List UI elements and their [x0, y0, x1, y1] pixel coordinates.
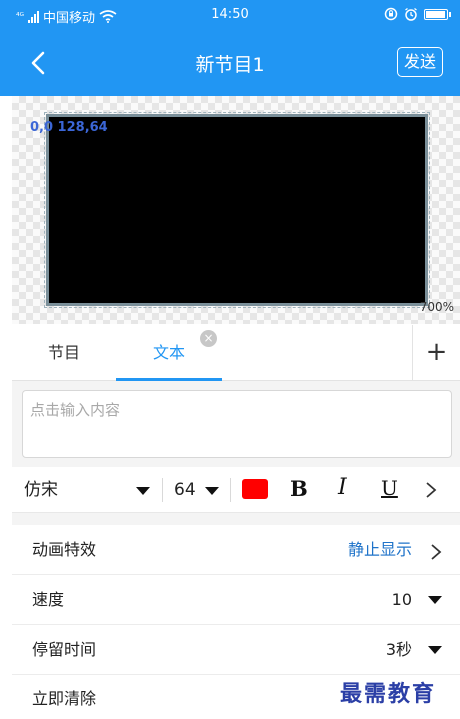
status-right — [384, 7, 451, 21]
speed-value: 10 — [391, 590, 412, 609]
section-gap — [12, 513, 460, 525]
format-toolbar: 仿宋 64 B I U — [12, 467, 460, 513]
watermark-logo: 最需教育 — [340, 681, 437, 707]
alarm-lock-icon — [384, 7, 398, 21]
font-select[interactable]: 仿宋 — [24, 467, 58, 513]
dwell-label: 停留时间 — [32, 640, 97, 659]
add-tab-button[interactable]: + — [412, 325, 460, 381]
size-dropdown-icon[interactable] — [205, 487, 219, 495]
italic-button[interactable]: I — [338, 475, 347, 500]
underline-button[interactable]: U — [381, 476, 398, 500]
font-size-select[interactable]: 64 — [174, 467, 196, 513]
battery-icon — [424, 8, 451, 20]
font-dropdown-icon[interactable] — [136, 487, 150, 495]
speed-label: 速度 — [32, 590, 65, 609]
program-preview: 0,0 128,64 700% — [12, 96, 460, 324]
tab-program[interactable]: 节目 — [12, 325, 116, 381]
close-tab-icon[interactable]: × — [200, 330, 217, 347]
bold-button[interactable]: B — [290, 476, 308, 501]
led-screen-canvas[interactable] — [44, 112, 430, 308]
setting-row-effect[interactable]: 动画特效 静止显示 — [12, 525, 460, 575]
clear-label: 立即清除 — [32, 689, 97, 708]
setting-row-dwell-time[interactable]: 停留时间 3秒 — [12, 625, 460, 675]
page-title: 新节目1 — [195, 54, 265, 76]
content-input[interactable] — [22, 390, 452, 458]
tab-text-label: 文本 — [152, 343, 185, 362]
divider — [230, 478, 231, 502]
tab-bar: 节目 文本 × + — [12, 325, 460, 381]
chevron-right-icon[interactable] — [425, 481, 437, 499]
status-bar: ⁴ᴳ 中国移动 14:50 — [0, 0, 460, 30]
effect-label: 动画特效 — [32, 540, 97, 559]
text-color-swatch[interactable] — [242, 479, 268, 499]
text-input-area — [12, 381, 460, 467]
divider — [162, 478, 163, 502]
setting-row-speed[interactable]: 速度 10 — [12, 575, 460, 625]
send-button[interactable]: 发送 — [397, 47, 443, 77]
dwell-value: 3秒 — [385, 640, 412, 659]
zoom-label: 700% — [419, 300, 454, 314]
chevron-down-icon — [428, 646, 442, 654]
chevron-down-icon — [428, 596, 442, 604]
app-header: 新节目1 发送 — [0, 30, 460, 96]
effect-value: 静止显示 — [347, 540, 412, 559]
alarm-clock-icon — [405, 7, 417, 21]
coordinate-label: 0,0 128,64 — [30, 120, 108, 135]
chevron-right-icon — [431, 544, 442, 560]
